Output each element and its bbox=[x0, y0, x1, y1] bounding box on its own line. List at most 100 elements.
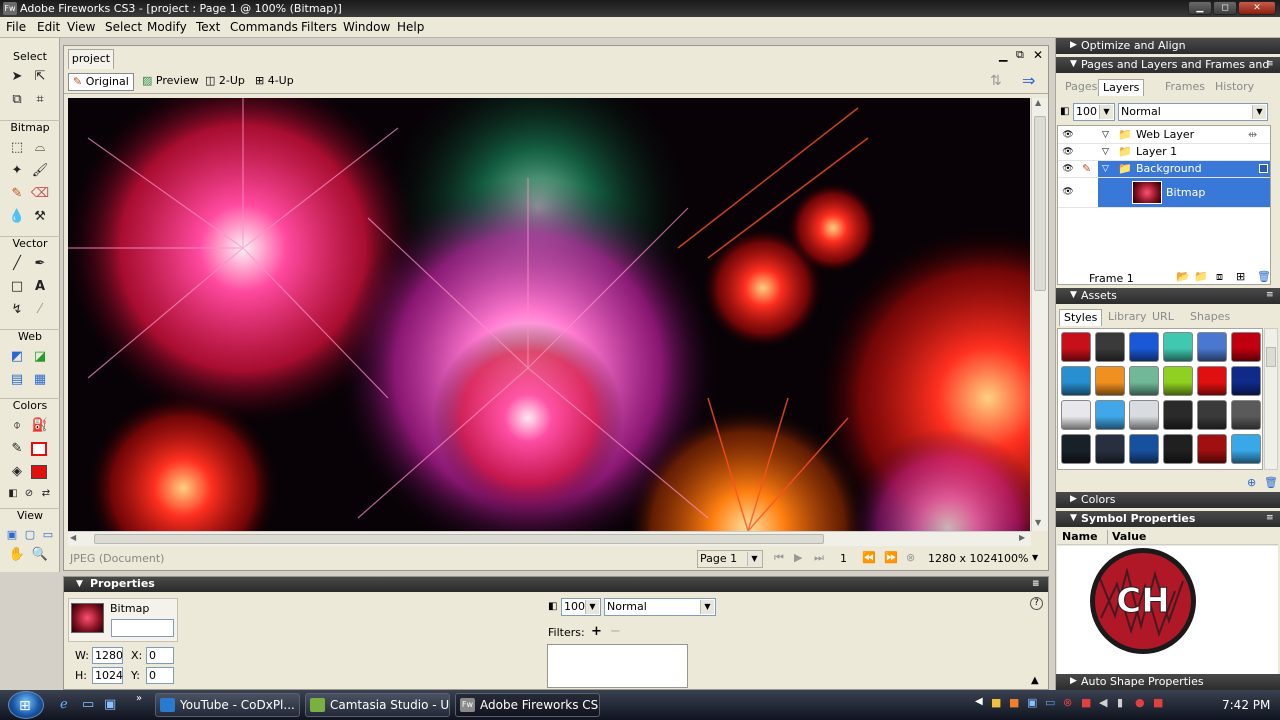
style-swatch[interactable] bbox=[1095, 332, 1125, 362]
style-swatch[interactable] bbox=[1129, 400, 1159, 430]
lasso-tool-icon[interactable]: ⌓ bbox=[30, 139, 50, 157]
start-button[interactable]: ⊞ bbox=[8, 691, 44, 719]
tab-frames[interactable]: Frames bbox=[1161, 79, 1209, 96]
tab-library[interactable]: Library bbox=[1104, 309, 1150, 326]
colors-header[interactable]: ▶ Colors bbox=[1056, 492, 1280, 508]
pointer-tool-icon[interactable]: ➤ bbox=[7, 68, 27, 86]
menu-select[interactable]: Select bbox=[105, 20, 142, 34]
layer-row-layer-1[interactable]: 👁 ▽ 📁 Layer 1 bbox=[1058, 144, 1270, 161]
horizontal-scrollbar[interactable]: ◀ ▶ bbox=[68, 531, 1031, 546]
height-field[interactable]: 1024 bbox=[92, 667, 123, 684]
hotspot-tool-icon[interactable]: ◩ bbox=[7, 348, 27, 366]
show-slices-icon[interactable]: ▦ bbox=[30, 371, 50, 389]
tray-security-icon[interactable]: ⊗ bbox=[1063, 696, 1072, 709]
brush-tool-icon[interactable]: 🖌 bbox=[30, 162, 50, 180]
layer-blend-select[interactable]: Normal bbox=[1118, 103, 1268, 121]
tray-monitor-icon[interactable]: ▭ bbox=[1045, 696, 1055, 709]
menu-modify[interactable]: Modify bbox=[147, 20, 187, 34]
page-select[interactable]: Page 1 bbox=[697, 550, 763, 568]
layer-row-web-layer[interactable]: 👁 ▽ 📁 Web Layer ⇹ bbox=[1058, 127, 1270, 144]
document-canvas[interactable] bbox=[68, 98, 1030, 531]
view-preview-button[interactable]: ▨ Preview bbox=[138, 73, 203, 91]
panel-options-icon[interactable]: ≡ bbox=[1266, 511, 1274, 526]
eye-icon[interactable]: 👁 bbox=[1060, 161, 1076, 177]
menu-file[interactable]: File bbox=[6, 20, 26, 34]
blend-mode-select[interactable]: Normal bbox=[604, 598, 716, 616]
next-frame-icon[interactable]: ⏩ bbox=[884, 551, 898, 564]
minimize-button[interactable]: ▁ bbox=[1188, 1, 1212, 15]
text-tool-icon[interactable]: A bbox=[30, 278, 50, 296]
magic-wand-tool-icon[interactable]: ✦ bbox=[7, 162, 27, 180]
subselect-tool-icon[interactable]: ⇱ bbox=[30, 68, 50, 86]
style-swatch[interactable] bbox=[1163, 332, 1193, 362]
panel-options-icon[interactable]: ≡ bbox=[1266, 57, 1274, 72]
style-swatch[interactable] bbox=[1231, 366, 1261, 396]
style-swatch[interactable] bbox=[1061, 332, 1091, 362]
rectangle-tool-icon[interactable]: □ bbox=[7, 278, 27, 296]
full-screen-icon[interactable]: ▭ bbox=[38, 526, 58, 544]
edit-pencil-icon[interactable]: ✎ bbox=[1082, 161, 1091, 177]
style-swatch[interactable] bbox=[1129, 332, 1159, 362]
style-swatch[interactable] bbox=[1061, 400, 1091, 430]
opacity-field[interactable]: 100 bbox=[561, 598, 601, 616]
object-name-field[interactable] bbox=[111, 619, 174, 637]
menu-edit[interactable]: Edit bbox=[37, 20, 60, 34]
tab-styles[interactable]: Styles bbox=[1059, 309, 1103, 326]
blur-tool-icon[interactable]: 💧 bbox=[7, 208, 27, 226]
vertical-scroll-thumb[interactable] bbox=[1034, 116, 1046, 291]
zoom-tool-icon[interactable]: 🔍 bbox=[30, 546, 50, 564]
stroke-color-swatch[interactable] bbox=[31, 442, 47, 456]
style-swatch[interactable] bbox=[1197, 366, 1227, 396]
loop-icon[interactable]: ⊗ bbox=[906, 551, 915, 564]
freeform-tool-icon[interactable]: ↯ bbox=[7, 301, 27, 319]
swap-colors-icon[interactable]: ⇄ bbox=[36, 485, 56, 503]
doc-close-icon[interactable]: ✕ bbox=[1033, 48, 1043, 62]
export-icon[interactable]: ⇒ bbox=[1022, 71, 1035, 90]
symbol-properties-header[interactable]: ▼ Symbol Properties ≡ bbox=[1056, 511, 1280, 527]
tab-history[interactable]: History bbox=[1211, 79, 1258, 96]
assets-header[interactable]: ▼ Assets ≡ bbox=[1056, 288, 1280, 304]
tray-record-icon[interactable]: ● bbox=[1135, 696, 1145, 709]
style-swatch[interactable] bbox=[1163, 366, 1193, 396]
scale-tool-icon[interactable]: ⧉ bbox=[7, 91, 27, 109]
knife-tool-icon[interactable]: ⁄ bbox=[30, 301, 50, 319]
tab-pages[interactable]: Pages bbox=[1061, 79, 1101, 96]
style-swatch[interactable] bbox=[1095, 434, 1125, 464]
close-button[interactable]: ✕ bbox=[1238, 1, 1276, 15]
eyedropper-tool-icon[interactable]: ⌽ bbox=[7, 417, 27, 435]
hide-slices-icon[interactable]: ▤ bbox=[7, 371, 27, 389]
menu-help[interactable]: Help bbox=[397, 20, 424, 34]
show-desktop-icon[interactable]: ▭ bbox=[82, 697, 94, 712]
view-original-button[interactable]: ✎ Original bbox=[68, 73, 134, 91]
pen-tool-icon[interactable]: ✒ bbox=[30, 255, 50, 273]
slice-tool-icon[interactable]: ◪ bbox=[30, 348, 50, 366]
eraser-tool-icon[interactable]: ⌫ bbox=[30, 185, 50, 203]
eye-icon[interactable]: 👁 bbox=[1060, 144, 1076, 160]
last-frame-icon[interactable]: ⏭ bbox=[814, 551, 824, 565]
preview-in-browser-icon[interactable]: ⇅ bbox=[990, 73, 1002, 89]
style-swatch[interactable] bbox=[1163, 434, 1193, 464]
crop-tool-icon[interactable]: ⌗ bbox=[30, 91, 50, 109]
styles-scrollbar[interactable] bbox=[1264, 328, 1278, 470]
add-filter-icon[interactable]: + bbox=[591, 624, 602, 639]
style-swatch[interactable] bbox=[1231, 332, 1261, 362]
remove-filter-icon[interactable]: − bbox=[610, 624, 621, 639]
ie-quicklaunch-icon[interactable]: ℯ bbox=[60, 697, 68, 712]
menu-text[interactable]: Text bbox=[196, 20, 220, 34]
hand-tool-icon[interactable]: ✋ bbox=[7, 546, 27, 564]
style-swatch[interactable] bbox=[1095, 366, 1125, 396]
panel-options-icon[interactable]: ≡ bbox=[1032, 577, 1040, 591]
menu-commands[interactable]: Commands bbox=[230, 20, 298, 34]
layer-opacity-field[interactable]: 100 bbox=[1073, 103, 1115, 121]
styles-scroll-thumb[interactable] bbox=[1266, 347, 1276, 367]
rubber-stamp-tool-icon[interactable]: ⚒ bbox=[30, 208, 50, 226]
panel-options-icon[interactable]: ≡ bbox=[1266, 288, 1274, 303]
pencil-tool-icon[interactable]: ✎ bbox=[7, 185, 27, 203]
style-swatch[interactable] bbox=[1197, 434, 1227, 464]
filters-list[interactable] bbox=[547, 644, 688, 688]
scroll-up-icon[interactable]: ▲ bbox=[1035, 98, 1041, 107]
layer-row-bitmap[interactable]: 👁 Bitmap bbox=[1058, 178, 1270, 208]
quicklaunch-more-icon[interactable]: » bbox=[136, 693, 142, 704]
tab-url[interactable]: URL bbox=[1148, 309, 1178, 326]
style-swatch[interactable] bbox=[1129, 434, 1159, 464]
